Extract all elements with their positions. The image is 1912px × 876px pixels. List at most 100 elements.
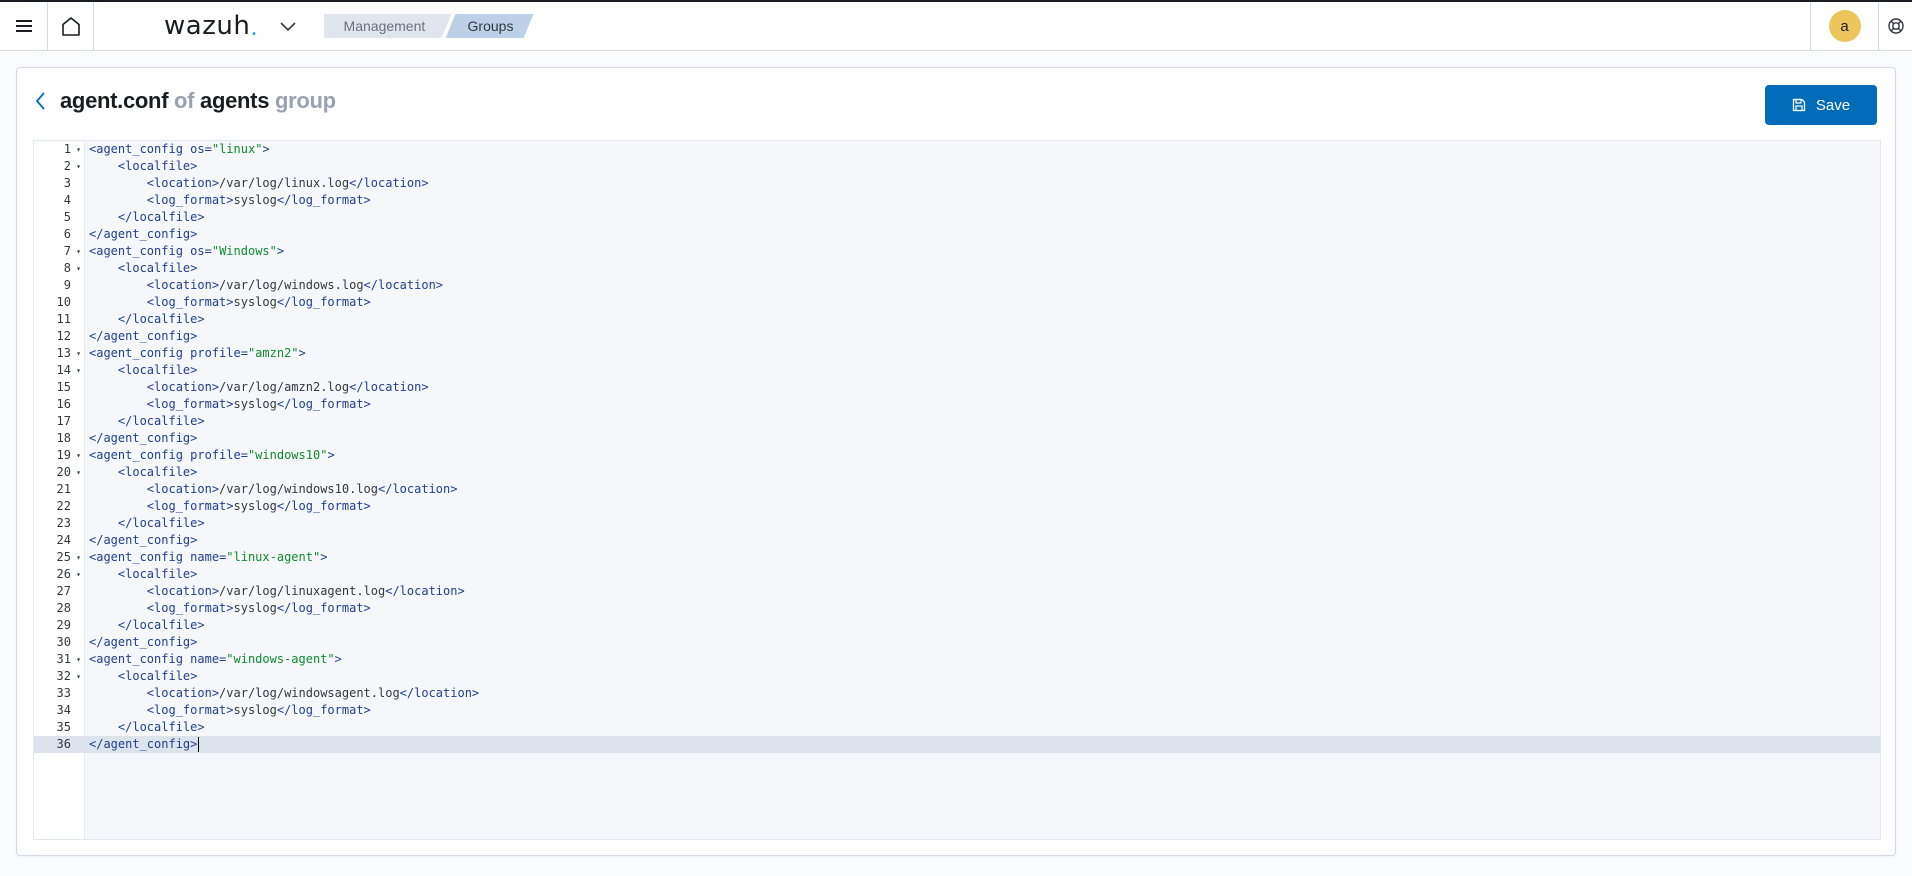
code-line[interactable]: 19 ▾ <agent_config profile="windows10"> [34,447,1880,464]
line-number: 5 [63,210,71,224]
app-switcher-button[interactable] [268,2,308,50]
code-line-text: </localfile> [117,516,205,530]
code-line[interactable]: 17 </localfile> [34,413,1880,430]
code-line[interactable]: 23 </localfile> [34,515,1880,532]
code-line[interactable]: 5 </localfile> [34,209,1880,226]
line-number: 33 [56,686,71,700]
fold-toggle-icon[interactable]: ▾ [74,447,83,464]
fold-toggle-icon[interactable]: ▾ [74,566,83,583]
code-line-text: <agent_config profile="amzn2"> [89,346,306,360]
fold-toggle-icon[interactable]: ▾ [74,651,83,668]
title-file: agent.conf [60,88,169,113]
code-line[interactable]: 7 ▾ <agent_config os="Windows"> [34,243,1880,260]
code-line[interactable]: 36 </agent_config> [34,736,1880,753]
line-number: 35 [56,720,71,734]
back-button[interactable] [35,89,55,113]
save-button[interactable]: Save [1765,85,1877,125]
code-line-text: <log_format>syslog</log_format> [146,295,371,309]
code-line[interactable]: 14 ▾ <localfile> [34,362,1880,379]
fold-toggle-icon[interactable]: ▾ [74,668,83,685]
code-line[interactable]: 29 </localfile> [34,617,1880,634]
code-line-text: </agent_config> [89,431,198,445]
code-line[interactable]: 16 <log_format>syslog</log_format> [34,396,1880,413]
code-line[interactable]: 13 ▾ <agent_config profile="amzn2"> [34,345,1880,362]
line-number: 10 [56,295,71,309]
wazuh-logo[interactable]: wazuh. [94,2,268,50]
code-line-text: </agent_config> [89,533,198,547]
code-line[interactable]: 26 ▾ <localfile> [34,566,1880,583]
code-line[interactable]: 21 <location>/var/log/windows10.log</loc… [34,481,1880,498]
code-line[interactable]: 32 ▾ <localfile> [34,668,1880,685]
code-line-text: </agent_config> [89,227,198,241]
code-line[interactable]: 4 <log_format>syslog</log_format> [34,192,1880,209]
line-number: 6 [63,227,71,241]
code-line[interactable]: 3 <location>/var/log/linux.log</location… [34,175,1880,192]
avatar[interactable]: a [1828,10,1861,42]
line-number: 3 [63,176,71,190]
code-line[interactable]: 25 ▾ <agent_config name="linux-agent"> [34,549,1880,566]
fold-toggle-icon[interactable]: ▾ [74,362,83,379]
code-line[interactable]: 22 <log_format>syslog</log_format> [34,498,1880,515]
code-line-text: <agent_config os="Windows"> [89,244,285,258]
code-line[interactable]: 1 ▾ <agent_config os="linux"> [34,141,1880,158]
panel-header: agent.conf of agents group [35,88,336,114]
line-number: 34 [56,703,71,717]
code-line[interactable]: 18 </agent_config> [34,430,1880,447]
fold-toggle-icon[interactable]: ▾ [74,158,83,175]
code-line[interactable]: 33 <location>/var/log/windowsagent.log</… [34,685,1880,702]
fold-toggle-icon[interactable]: ▾ [74,243,83,260]
code-line[interactable]: 34 <log_format>syslog</log_format> [34,702,1880,719]
code-line[interactable]: 24 </agent_config> [34,532,1880,549]
line-number: 12 [56,329,71,343]
text-cursor [198,737,200,752]
code-line-text: <location>/var/log/amzn2.log</location> [146,380,429,394]
home-button[interactable] [48,2,94,50]
code-line-text: </localfile> [117,720,205,734]
hamburger-icon [15,20,32,32]
code-line-text: </localfile> [117,414,205,428]
fold-toggle-icon[interactable]: ▾ [74,260,83,277]
header-right-actions: a [1810,2,1912,50]
fold-toggle-icon[interactable]: ▾ [74,549,83,566]
line-number: 22 [56,499,71,513]
title-group: group [274,88,336,113]
code-line[interactable]: 27 <location>/var/log/linuxagent.log</lo… [34,583,1880,600]
menu-button[interactable] [0,2,48,50]
line-number: 23 [56,516,71,530]
save-label: Save [1815,96,1851,114]
code-line[interactable]: 2 ▾ <localfile> [34,158,1880,175]
code-line-text: <log_format>syslog</log_format> [146,397,371,411]
code-line[interactable]: 28 <log_format>syslog</log_format> [34,600,1880,617]
code-editor[interactable]: 1 ▾ <agent_config os="linux"> 2 ▾ <localfile… [33,140,1881,840]
code-line-text: <localfile> [117,159,198,173]
breadcrumb-management[interactable]: Management [324,14,452,38]
chevron-down-icon [279,22,296,32]
code-line-text: <localfile> [117,669,198,683]
code-line-text: <agent_config profile="windows10"> [89,448,335,462]
fold-toggle-icon[interactable]: ▾ [74,345,83,362]
code-line[interactable]: 30 </agent_config> [34,634,1880,651]
code-line-text: <agent_config os="linux"> [89,142,270,156]
code-line-text: </agent_config> [89,737,200,752]
code-line[interactable]: 35 </localfile> [34,719,1880,736]
code-line[interactable]: 8 ▾ <localfile> [34,260,1880,277]
code-line[interactable]: 12 </agent_config> [34,328,1880,345]
home-icon [61,17,80,36]
help-button[interactable] [1878,2,1912,50]
code-line[interactable]: 11 </localfile> [34,311,1880,328]
line-number: 30 [56,635,71,649]
code-line[interactable]: 31 ▾ <agent_config name="windows-agent"> [34,651,1880,668]
fold-toggle-icon[interactable]: ▾ [74,464,83,481]
code-line[interactable]: 10 <log_format>syslog</log_format> [34,294,1880,311]
code-line-text: </localfile> [117,210,205,224]
code-line-text: </localfile> [117,618,205,632]
code-line[interactable]: 15 <location>/var/log/amzn2.log</locatio… [34,379,1880,396]
top-header: wazuh. Management Groups a [0,2,1912,51]
code-line[interactable]: 9 <location>/var/log/windows.log</locati… [34,277,1880,294]
code-line[interactable]: 20 ▾ <localfile> [34,464,1880,481]
fold-toggle-icon[interactable]: ▾ [74,141,83,158]
code-line[interactable]: 6 </agent_config> [34,226,1880,243]
line-number: 29 [56,618,71,632]
code-line-text: </localfile> [117,312,205,326]
line-number: 16 [56,397,71,411]
